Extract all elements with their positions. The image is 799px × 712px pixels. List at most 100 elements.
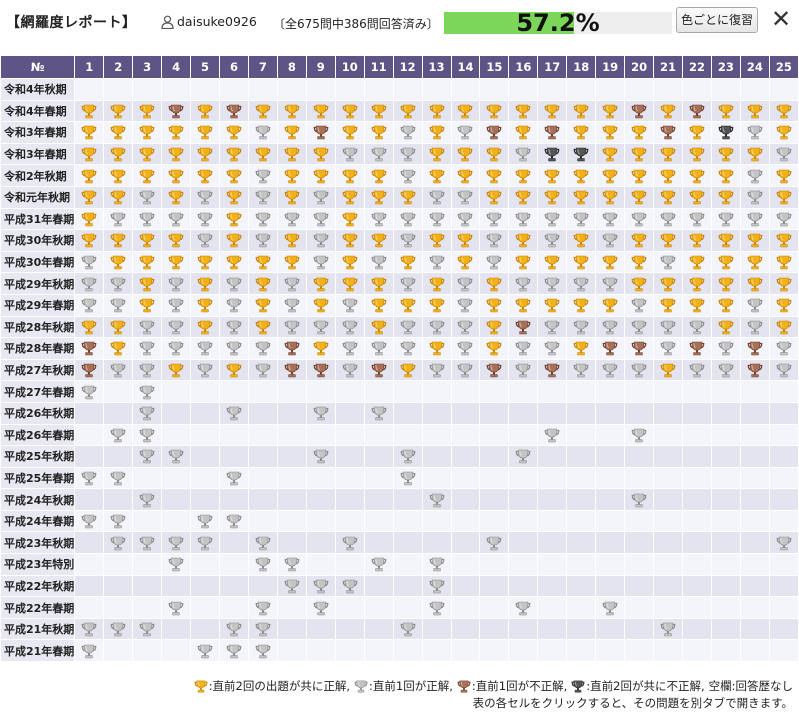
question-cell[interactable] — [739, 78, 770, 101]
question-cell[interactable] — [103, 229, 134, 252]
question-cell[interactable] — [624, 553, 655, 576]
question-cell[interactable] — [190, 639, 220, 663]
question-cell[interactable] — [421, 250, 452, 274]
question-cell[interactable] — [682, 185, 712, 209]
question-cell[interactable] — [305, 164, 336, 187]
question-cell[interactable] — [392, 293, 423, 317]
question-cell[interactable] — [276, 164, 307, 187]
question-cell[interactable] — [363, 164, 394, 187]
question-cell[interactable] — [276, 423, 307, 447]
question-cell[interactable] — [103, 78, 134, 101]
question-cell[interactable] — [768, 445, 799, 468]
question-cell[interactable] — [653, 164, 683, 187]
question-cell[interactable] — [132, 531, 163, 555]
question-cell[interactable] — [595, 250, 626, 274]
question-cell[interactable] — [653, 466, 683, 490]
question-cell[interactable] — [682, 574, 712, 598]
question-cell[interactable] — [537, 553, 568, 576]
question-cell[interactable] — [450, 445, 481, 468]
question-cell[interactable] — [566, 164, 597, 187]
question-cell[interactable] — [566, 553, 597, 576]
question-cell[interactable] — [363, 445, 394, 468]
question-cell[interactable] — [247, 272, 278, 295]
question-cell[interactable] — [624, 99, 655, 123]
question-cell[interactable] — [74, 99, 105, 123]
question-cell[interactable] — [219, 293, 249, 317]
question-cell[interactable] — [566, 229, 597, 252]
question-cell[interactable] — [768, 99, 799, 123]
question-cell[interactable] — [247, 164, 278, 187]
question-cell[interactable] — [132, 121, 163, 144]
question-cell[interactable] — [190, 358, 220, 382]
question-cell[interactable] — [537, 207, 568, 231]
question-cell[interactable] — [768, 207, 799, 231]
question-cell[interactable] — [276, 185, 307, 209]
question-cell[interactable] — [219, 445, 249, 468]
question-cell[interactable] — [479, 423, 510, 447]
question-cell[interactable] — [710, 531, 741, 555]
question-cell[interactable] — [768, 337, 799, 360]
question-cell[interactable] — [537, 121, 568, 144]
question-cell[interactable] — [276, 639, 307, 663]
question-cell[interactable] — [103, 272, 134, 295]
question-cell[interactable] — [595, 466, 626, 490]
question-cell[interactable] — [305, 250, 336, 274]
question-cell[interactable] — [479, 164, 510, 187]
question-cell[interactable] — [421, 358, 452, 382]
question-cell[interactable] — [421, 488, 452, 511]
question-cell[interactable] — [305, 466, 336, 490]
question-cell[interactable] — [219, 337, 249, 360]
question-cell[interactable] — [161, 315, 192, 339]
question-cell[interactable] — [276, 531, 307, 555]
question-cell[interactable] — [247, 207, 278, 231]
question-cell[interactable] — [508, 380, 539, 403]
question-cell[interactable] — [161, 185, 192, 209]
question-cell[interactable] — [682, 207, 712, 231]
question-cell[interactable] — [334, 639, 365, 663]
question-cell[interactable] — [768, 617, 799, 641]
question-cell[interactable] — [363, 596, 394, 619]
question-cell[interactable] — [247, 574, 278, 598]
question-cell[interactable] — [190, 142, 220, 166]
question-cell[interactable] — [566, 142, 597, 166]
question-cell[interactable] — [682, 142, 712, 166]
question-cell[interactable] — [276, 142, 307, 166]
question-cell[interactable] — [595, 423, 626, 447]
question-cell[interactable] — [710, 639, 741, 663]
question-cell[interactable] — [624, 401, 655, 425]
question-cell[interactable] — [103, 142, 134, 166]
question-cell[interactable] — [305, 574, 336, 598]
question-cell[interactable] — [450, 315, 481, 339]
question-cell[interactable] — [768, 639, 799, 663]
question-cell[interactable] — [219, 488, 249, 511]
question-cell[interactable] — [595, 315, 626, 339]
question-cell[interactable] — [653, 142, 683, 166]
question-cell[interactable] — [161, 531, 192, 555]
question-cell[interactable] — [132, 596, 163, 619]
question-cell[interactable] — [363, 488, 394, 511]
question-cell[interactable] — [595, 99, 626, 123]
question-cell[interactable] — [739, 531, 770, 555]
question-cell[interactable] — [682, 423, 712, 447]
question-cell[interactable] — [566, 121, 597, 144]
question-cell[interactable] — [710, 466, 741, 490]
question-cell[interactable] — [392, 99, 423, 123]
question-cell[interactable] — [595, 293, 626, 317]
review-by-color-button[interactable]: 色ごとに復習 — [676, 7, 758, 33]
question-cell[interactable] — [682, 401, 712, 425]
question-cell[interactable] — [710, 164, 741, 187]
question-cell[interactable] — [305, 207, 336, 231]
question-cell[interactable] — [334, 574, 365, 598]
question-cell[interactable] — [508, 445, 539, 468]
question-cell[interactable] — [450, 164, 481, 187]
question-cell[interactable] — [363, 272, 394, 295]
question-cell[interactable] — [132, 99, 163, 123]
question-cell[interactable] — [595, 401, 626, 425]
question-cell[interactable] — [334, 164, 365, 187]
question-cell[interactable] — [710, 445, 741, 468]
question-cell[interactable] — [74, 121, 105, 144]
question-cell[interactable] — [334, 596, 365, 619]
question-cell[interactable] — [392, 229, 423, 252]
question-cell[interactable] — [624, 315, 655, 339]
question-cell[interactable] — [392, 617, 423, 641]
